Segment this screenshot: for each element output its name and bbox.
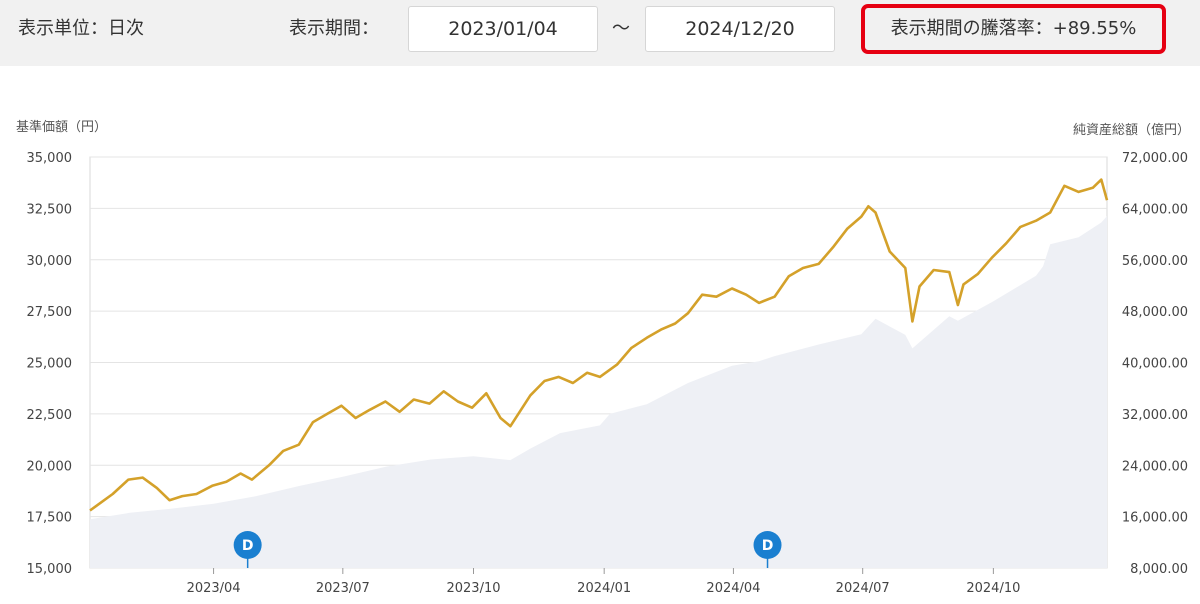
x-tick-label: 2024/07 bbox=[836, 581, 890, 596]
dividend-marker-label: D bbox=[762, 538, 774, 554]
x-tick-label: 2023/07 bbox=[316, 581, 370, 596]
x-tick-label: 2024/10 bbox=[966, 581, 1020, 596]
left-tick-label: 15,000 bbox=[27, 562, 73, 577]
left-tick-label: 22,500 bbox=[27, 408, 73, 423]
left-tick-label: 35,000 bbox=[27, 151, 73, 166]
x-tick-label: 2024/04 bbox=[706, 581, 760, 596]
right-tick-label: 72,000.00 bbox=[1122, 151, 1188, 166]
x-tick-label: 2023/10 bbox=[446, 581, 500, 596]
right-tick-label: 16,000.00 bbox=[1122, 511, 1188, 526]
dividend-marker-label: D bbox=[242, 538, 254, 554]
right-tick-label: 48,000.00 bbox=[1122, 305, 1188, 320]
right-tick-label: 64,000.00 bbox=[1122, 202, 1188, 217]
right-tick-label: 32,000.00 bbox=[1122, 408, 1188, 423]
right-tick-label: 56,000.00 bbox=[1122, 254, 1188, 269]
right-tick-label: 40,000.00 bbox=[1122, 357, 1188, 372]
left-tick-label: 17,500 bbox=[27, 511, 73, 526]
right-tick-label: 24,000.00 bbox=[1122, 459, 1188, 474]
left-tick-label: 25,000 bbox=[27, 357, 73, 372]
nav-chart: 15,000 17,500 20,000 22,500 25,000 27,500 30,0… bbox=[27, 151, 1189, 596]
right-tick-label: 8,000.00 bbox=[1130, 562, 1188, 577]
x-tick-label: 2024/01 bbox=[577, 581, 631, 596]
left-tick-label: 32,500 bbox=[27, 202, 73, 217]
left-tick-label: 20,000 bbox=[27, 459, 73, 474]
left-tick-label: 27,500 bbox=[27, 305, 73, 320]
x-tick-label: 2023/04 bbox=[187, 581, 241, 596]
left-tick-label: 30,000 bbox=[27, 254, 73, 269]
